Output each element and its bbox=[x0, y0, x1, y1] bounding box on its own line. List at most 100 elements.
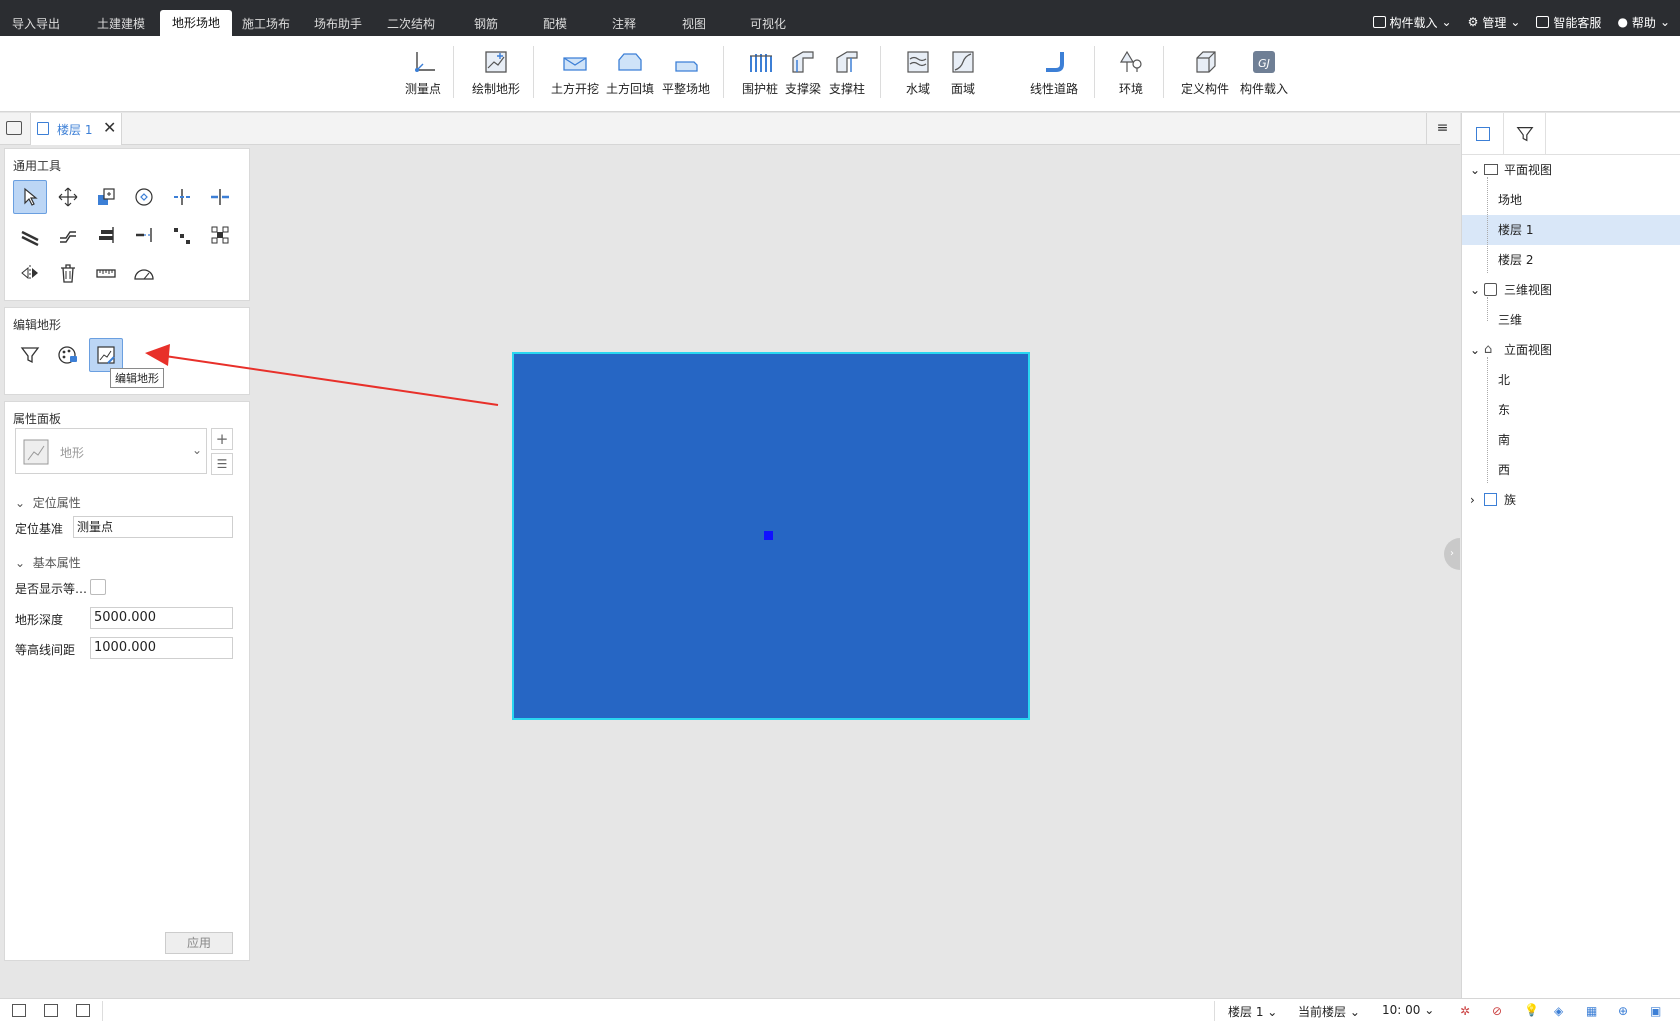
array-tool-button[interactable] bbox=[165, 218, 199, 252]
guard-pile-button[interactable]: 围护桩 bbox=[740, 48, 780, 97]
component-load-button[interactable]: GJ 构件载入 bbox=[1238, 48, 1290, 97]
tree-floor-1[interactable]: 楼层 1 bbox=[1462, 215, 1680, 245]
angle-measure-tool-button[interactable] bbox=[127, 256, 161, 290]
survey-point-button[interactable]: 测量点 bbox=[403, 48, 443, 97]
tab-civil-modeling[interactable]: 土建建模 bbox=[86, 12, 156, 36]
trim-tool-button[interactable] bbox=[165, 180, 199, 214]
group-tool-button[interactable] bbox=[203, 218, 237, 252]
help-button[interactable]: ● 帮助 ⌄ bbox=[1617, 14, 1670, 31]
tile-layout-icon[interactable] bbox=[44, 1004, 58, 1017]
align-tool-button[interactable] bbox=[89, 218, 123, 252]
road-icon bbox=[1046, 52, 1064, 72]
extend-tool-button[interactable] bbox=[127, 218, 161, 252]
contour-interval-field[interactable]: 1000.000 bbox=[90, 637, 233, 659]
water-button[interactable]: 水域 bbox=[900, 48, 936, 97]
copy-tool-button[interactable] bbox=[89, 180, 123, 214]
rotate-icon bbox=[135, 188, 153, 206]
environment-button[interactable]: 环境 bbox=[1113, 48, 1149, 97]
floor-selector[interactable]: 楼层 1 ⌄ bbox=[1228, 1003, 1277, 1020]
scale-selector[interactable]: 10: 00 ⌄ bbox=[1382, 1003, 1434, 1017]
tree-north[interactable]: 北 bbox=[1462, 365, 1680, 395]
layer-icon[interactable]: ▦ bbox=[1586, 1004, 1597, 1018]
drawing-canvas[interactable]: › bbox=[145, 146, 1460, 998]
browser-filter-tab[interactable] bbox=[1504, 113, 1546, 155]
document-tab[interactable]: 楼层 1 ✕ bbox=[30, 113, 122, 145]
cube-icon[interactable]: ▣ bbox=[1650, 1004, 1661, 1018]
show-contour-checkbox[interactable] bbox=[90, 579, 106, 595]
tab-rebar[interactable]: 钢筋 bbox=[466, 12, 506, 36]
add-type-button[interactable]: + bbox=[211, 428, 233, 450]
chevron-down-icon: ⌄ bbox=[1349, 1005, 1360, 1019]
properties-card: 属性面板 地形 ⌄ + ☰ ⌄ 定位属性 定位基准 测量点 ⌄ 基本属性 是否显… bbox=[4, 401, 250, 961]
basic-group-header[interactable]: ⌄ 基本属性 bbox=[15, 554, 81, 571]
general-tools-title: 通用工具 bbox=[13, 159, 62, 173]
tab-secondary-structure[interactable]: 二次结构 bbox=[378, 12, 444, 36]
light-bulb-icon[interactable]: 💡 bbox=[1524, 1003, 1539, 1017]
support-column-button[interactable]: 支撑柱 bbox=[827, 48, 867, 97]
view-tree-tab[interactable] bbox=[1462, 113, 1504, 155]
tab-visualize[interactable]: 可视化 bbox=[744, 12, 792, 36]
tab-terrain-site[interactable]: 地形场地 bbox=[160, 10, 232, 36]
component-load-menu[interactable]: 构件载入 ⌄ bbox=[1372, 14, 1452, 31]
tree-3d-view[interactable]: ⌄ 三维视图 bbox=[1462, 275, 1680, 305]
mirror-tool-button[interactable] bbox=[13, 256, 47, 290]
position-base-field[interactable]: 测量点 bbox=[73, 516, 233, 538]
tree-west[interactable]: 西 bbox=[1462, 455, 1680, 485]
move-tool-button[interactable] bbox=[51, 180, 85, 214]
tab-view[interactable]: 视图 bbox=[674, 12, 714, 36]
general-tools-card: 通用工具 bbox=[4, 148, 250, 301]
survey-point-marker[interactable] bbox=[764, 531, 773, 540]
offset-tool-button[interactable] bbox=[13, 218, 47, 252]
tree-floor-2[interactable]: 楼层 2 bbox=[1462, 245, 1680, 275]
excavation-button[interactable]: 土方开挖 bbox=[550, 48, 600, 97]
linear-road-button[interactable]: 线性道路 bbox=[1028, 48, 1080, 97]
tab-layout-assistant[interactable]: 场布助手 bbox=[306, 12, 370, 36]
tab-construction-layout[interactable]: 施工场布 bbox=[236, 12, 296, 36]
tab-annotation[interactable]: 注释 bbox=[604, 12, 644, 36]
tree-plan-view[interactable]: ⌄ 平面视图 bbox=[1462, 155, 1680, 185]
snap-off-icon[interactable]: ⊘ bbox=[1492, 1004, 1502, 1018]
define-component-button[interactable]: 定义构件 bbox=[1180, 48, 1230, 97]
position-group-header[interactable]: ⌄ 定位属性 bbox=[15, 494, 81, 511]
tree-south[interactable]: 南 bbox=[1462, 425, 1680, 455]
cascade-layout-icon[interactable] bbox=[76, 1004, 90, 1017]
filter-tool-button[interactable] bbox=[13, 338, 47, 372]
split-tool-button[interactable] bbox=[203, 180, 237, 214]
surface-button[interactable]: 面域 bbox=[945, 48, 981, 97]
apply-button[interactable]: 应用 bbox=[165, 932, 233, 954]
tree-elevation-view[interactable]: ⌄ ⌂ 立面视图 bbox=[1462, 335, 1680, 365]
measure-tool-button[interactable] bbox=[89, 256, 123, 290]
tree-east[interactable]: 东 bbox=[1462, 395, 1680, 425]
delete-tool-button[interactable] bbox=[51, 256, 85, 290]
tab-formwork[interactable]: 配模 bbox=[535, 12, 575, 36]
tree-3d[interactable]: 三维 bbox=[1462, 305, 1680, 335]
smart-service-button[interactable]: 智能客服 bbox=[1536, 14, 1601, 31]
component-load-label: 构件载入 bbox=[1239, 82, 1288, 96]
zoom-icon[interactable]: ⊕ bbox=[1618, 1004, 1628, 1018]
level-site-button[interactable]: 平整场地 bbox=[660, 48, 712, 97]
current-floor-selector[interactable]: 当前楼层 ⌄ bbox=[1298, 1003, 1360, 1020]
pin-panel-icon[interactable] bbox=[6, 121, 22, 135]
tree-family[interactable]: › 族 bbox=[1462, 485, 1680, 515]
close-icon[interactable]: ✕ bbox=[103, 118, 116, 137]
level-site-label: 平整场地 bbox=[661, 82, 710, 96]
visibility-icon[interactable]: ◈ bbox=[1554, 1004, 1563, 1018]
collapse-right-panel-button[interactable]: › bbox=[1444, 538, 1460, 570]
snap-icon[interactable]: ✲ bbox=[1460, 1004, 1470, 1018]
select-tool-button[interactable] bbox=[13, 180, 47, 214]
terrain-depth-field[interactable]: 5000.000 bbox=[90, 607, 233, 629]
rotate-tool-button[interactable] bbox=[127, 180, 161, 214]
manage-menu[interactable]: ⚙ 管理 ⌄ bbox=[1468, 14, 1521, 31]
panel-menu-button[interactable]: ≡ bbox=[1426, 113, 1458, 145]
draw-terrain-button[interactable]: 绘制地形 bbox=[470, 48, 522, 97]
break-tool-button[interactable] bbox=[51, 218, 85, 252]
terrain-style-button[interactable] bbox=[51, 338, 85, 372]
type-settings-button[interactable]: ☰ bbox=[211, 453, 233, 475]
tree-site[interactable]: 场地 bbox=[1462, 185, 1680, 215]
backfill-button[interactable]: 土方回填 bbox=[605, 48, 655, 97]
tab-import-export[interactable]: 导入导出 bbox=[4, 12, 68, 36]
type-selector[interactable]: 地形 ⌄ bbox=[15, 428, 207, 474]
support-beam-button[interactable]: 支撑梁 bbox=[783, 48, 823, 97]
grid-layout-icon[interactable] bbox=[12, 1004, 26, 1017]
edit-terrain-button[interactable] bbox=[89, 338, 123, 372]
